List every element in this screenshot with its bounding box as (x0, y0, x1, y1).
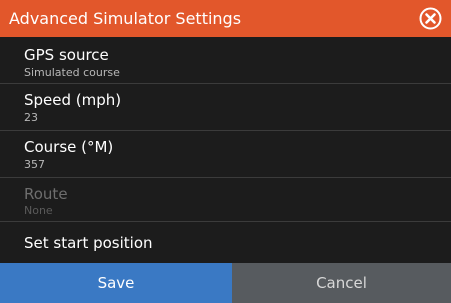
close-circle-icon (419, 7, 442, 30)
dialog-titlebar: Advanced Simulator Settings (0, 0, 451, 37)
setting-gps-source[interactable]: GPS source Simulated course (0, 37, 451, 84)
advanced-simulator-settings-dialog: Advanced Simulator Settings GPS source S… (0, 0, 451, 303)
setting-value: 357 (24, 158, 45, 171)
setting-label: Route (24, 185, 68, 203)
save-button[interactable]: Save (0, 263, 232, 303)
setting-label: GPS source (24, 46, 109, 64)
close-button[interactable] (419, 7, 442, 30)
dialog-footer: Save Cancel (0, 263, 451, 303)
dialog-title: Advanced Simulator Settings (9, 9, 242, 28)
setting-course[interactable]: Course (°M) 357 (0, 131, 451, 178)
setting-label: Course (°M) (24, 138, 114, 156)
setting-set-start-position[interactable]: Set start position (0, 222, 451, 263)
setting-label: Set start position (24, 234, 153, 252)
cancel-button[interactable]: Cancel (232, 263, 451, 303)
setting-label: Speed (mph) (24, 91, 122, 109)
setting-route: Route None (0, 178, 451, 222)
setting-value: 23 (24, 111, 38, 124)
setting-speed[interactable]: Speed (mph) 23 (0, 84, 451, 131)
setting-value: None (24, 204, 53, 217)
setting-value: Simulated course (24, 66, 120, 79)
